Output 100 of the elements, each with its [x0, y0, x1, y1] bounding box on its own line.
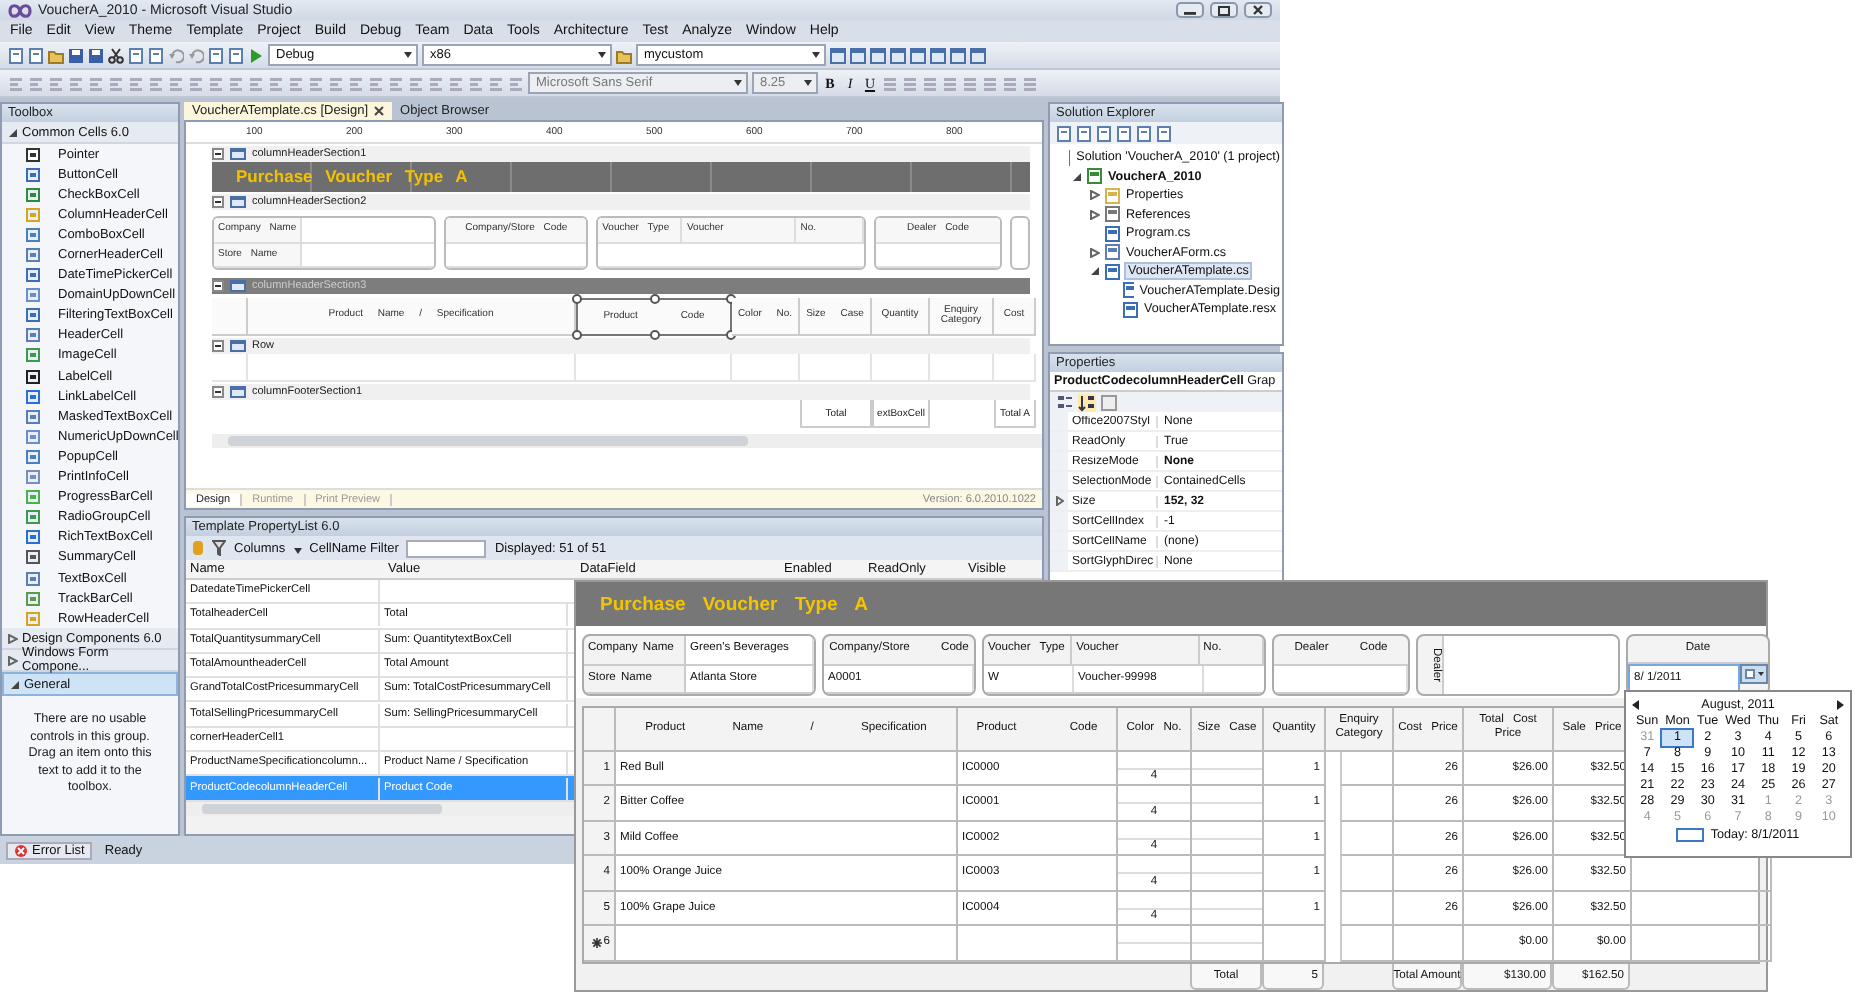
align-icon[interactable]	[448, 75, 464, 91]
caret-icon	[293, 547, 302, 553]
section-icon	[230, 280, 246, 292]
calendar-dropdown-icon[interactable]	[1740, 664, 1768, 684]
expand-arrow-icon[interactable]	[1055, 496, 1063, 506]
align-icon[interactable]	[408, 75, 424, 91]
align-icon[interactable]	[288, 75, 304, 91]
align-icon[interactable]	[8, 75, 24, 91]
align-icon[interactable]	[328, 75, 344, 91]
document-icon[interactable]	[128, 47, 144, 63]
filter-icon[interactable]	[212, 540, 226, 556]
play-icon[interactable]	[248, 47, 264, 63]
document-icon[interactable]	[208, 47, 224, 63]
blank-cell	[994, 354, 1036, 382]
align-icon[interactable]	[208, 75, 224, 91]
align-icon[interactable]	[468, 75, 484, 91]
table-cell	[1394, 926, 1464, 962]
document-icon[interactable]	[1156, 125, 1172, 141]
window-icon[interactable]	[930, 47, 946, 63]
table-cell	[1340, 786, 1394, 822]
form-title: Purchase Voucher Type A	[600, 593, 868, 615]
align-icon[interactable]	[188, 75, 204, 91]
categorized-icon[interactable]	[1056, 393, 1074, 411]
align-icon[interactable]	[308, 75, 324, 91]
expand-arrow-icon[interactable]	[1090, 247, 1100, 258]
document-icon[interactable]	[1116, 125, 1132, 141]
align-icon[interactable]	[148, 75, 164, 91]
align-icon[interactable]	[228, 75, 244, 91]
control-icon	[26, 571, 40, 586]
expand-arrow-icon[interactable]	[1072, 171, 1082, 182]
align-icon[interactable]	[88, 75, 104, 91]
control-icon	[26, 268, 40, 283]
window-icon[interactable]	[910, 47, 926, 63]
align-icon[interactable]	[922, 75, 938, 91]
align-icon[interactable]	[28, 75, 44, 91]
document-icon[interactable]	[1096, 125, 1112, 141]
align-icon[interactable]	[428, 75, 444, 91]
folder-icon[interactable]	[48, 47, 64, 63]
window-icon[interactable]	[850, 47, 866, 63]
control-icon	[26, 187, 40, 202]
next-month-arrow[interactable]	[1836, 700, 1844, 710]
document-icon[interactable]	[148, 47, 164, 63]
window-icon[interactable]	[830, 47, 846, 63]
align-icon[interactable]	[348, 75, 364, 91]
window-icon[interactable]	[970, 47, 986, 63]
blank-field[interactable]	[1204, 665, 1264, 692]
expand-arrow-icon[interactable]	[1090, 266, 1100, 277]
align-icon[interactable]	[68, 75, 84, 91]
control-icon	[26, 227, 40, 242]
document-icon[interactable]	[28, 47, 44, 63]
align-icon[interactable]	[368, 75, 384, 91]
window-icon[interactable]	[870, 47, 886, 63]
align-icon[interactable]	[1002, 75, 1018, 91]
minimize-icon[interactable]	[1176, 2, 1204, 18]
cylinder-icon[interactable]	[192, 540, 204, 556]
align-icon[interactable]	[962, 75, 978, 91]
previous-month-arrow[interactable]	[1632, 700, 1640, 710]
align-icon[interactable]	[108, 75, 124, 91]
control-icon	[26, 369, 40, 384]
align-icon[interactable]	[1022, 75, 1038, 91]
align-icon[interactable]	[388, 75, 404, 91]
close-icon[interactable]	[374, 106, 385, 116]
align-icon[interactable]	[48, 75, 64, 91]
section-icon	[230, 148, 246, 160]
close-icon[interactable]	[1244, 2, 1272, 18]
folder-icon[interactable]	[616, 47, 632, 63]
window-icon[interactable]	[890, 47, 906, 63]
window-icon[interactable]	[950, 47, 966, 63]
horizontal-scrollbar[interactable]	[212, 434, 1042, 448]
dealer-code-field[interactable]	[1274, 665, 1408, 692]
control-icon	[26, 510, 40, 525]
sort-icon[interactable]	[1078, 393, 1096, 411]
expand-arrow-icon[interactable]	[1090, 209, 1100, 220]
blank-cell	[800, 354, 872, 382]
expand-arrow-icon[interactable]	[1090, 190, 1100, 201]
floppy-icon[interactable]	[88, 47, 104, 63]
align-icon[interactable]	[942, 75, 958, 91]
document-icon[interactable]	[8, 47, 24, 63]
section-icon	[230, 340, 246, 352]
align-icon[interactable]	[268, 75, 284, 91]
blank-cell	[872, 354, 930, 382]
document-icon[interactable]	[1056, 125, 1072, 141]
control-icon	[26, 550, 40, 565]
restore-icon[interactable]	[1210, 2, 1238, 18]
align-icon[interactable]	[488, 75, 504, 91]
dealer-field[interactable]	[1444, 636, 1618, 694]
scissors-icon[interactable]	[108, 47, 124, 63]
align-icon[interactable]	[128, 75, 144, 91]
template-title: Purchase Voucher Type A	[212, 162, 1030, 192]
filter-field[interactable]	[406, 539, 487, 557]
align-icon[interactable]	[168, 75, 184, 91]
align-icon[interactable]	[882, 75, 898, 91]
document-icon[interactable]	[228, 47, 244, 63]
document-icon[interactable]	[1136, 125, 1152, 141]
align-icon[interactable]	[248, 75, 264, 91]
align-icon[interactable]	[902, 75, 918, 91]
document-icon[interactable]	[1076, 125, 1092, 141]
floppy-icon[interactable]	[68, 47, 84, 63]
align-icon[interactable]	[982, 75, 998, 91]
align-icon[interactable]	[508, 75, 524, 91]
